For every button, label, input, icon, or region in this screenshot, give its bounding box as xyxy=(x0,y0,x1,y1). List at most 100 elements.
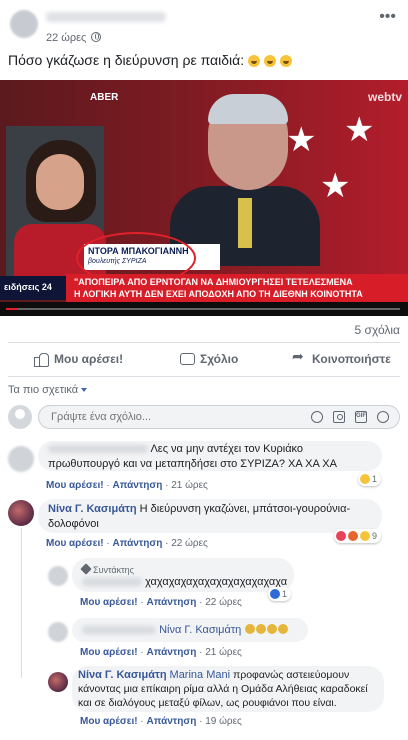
editor-badge-label: Συντάκτης xyxy=(93,565,135,575)
ticker-line-2: Η ΛΟΓΙΚΗ ΑΥΤΗ ΔΕΝ ΕΧΕΙ ΑΠΟΔΟΧΗ ΑΠΟ ΤΗ ΔΙ… xyxy=(74,289,363,299)
star-icon: ★ xyxy=(344,110,375,150)
video-person-right xyxy=(170,94,320,266)
haha-reaction-icon xyxy=(360,474,370,484)
news-logo: ειδήσεις 24 xyxy=(0,276,66,300)
reply-bubble: Νίνα Γ. Κασιμάτη Marina Mani προφανώς ασ… xyxy=(72,666,384,712)
reply-reply-link[interactable]: Απάντηση xyxy=(146,647,196,658)
reply-text: χαχαχαχαχαχαχαχαχαχαχαχα xyxy=(82,575,292,590)
reaction-count: 9 xyxy=(372,531,378,541)
grin-emoji-icon xyxy=(280,55,293,67)
news-logo-text: ειδήσεις 24 xyxy=(4,282,52,292)
comment-text: Νίνα Γ. Κασιμάτη Η διεύρυνση γκαζώνει, μ… xyxy=(48,502,376,532)
comment-bubble: Νίνα Γ. Κασιμάτη Η διεύρυνση γκαζώνει, μ… xyxy=(38,499,382,533)
video-player[interactable]: ★ ★ ★ ★ ABER webtv ΝΤΟΡΑ ΜΠΑΚΟΓΙΑΝΝΗ βου… xyxy=(0,80,408,316)
reaction-count: 1 xyxy=(372,474,378,484)
like-label: Μου αρέσει! xyxy=(54,352,124,366)
haha-reaction-icon xyxy=(360,531,370,541)
post-text-content: Πόσο γκάζωσε η διεύρυνση ρε παιδιά: xyxy=(8,52,245,68)
news-ticker: "ΑΠΟΠΕΙΡΑ ΑΠΟ ΕΡΝΤΟΓΑΝ ΝΑ ΔΗΜΙΟΥΡΓΗΣΕΙ Τ… xyxy=(66,274,408,302)
reaction-summary[interactable]: 1 xyxy=(358,472,382,486)
comment-time[interactable]: 21 ώρες xyxy=(171,480,208,491)
replier-avatar[interactable] xyxy=(48,622,68,642)
editor-badge-icon xyxy=(80,563,92,575)
thumbs-up-icon xyxy=(34,352,49,367)
reaction-count: 1 xyxy=(282,589,288,599)
reply-like-link[interactable]: Μου αρέσει! xyxy=(80,597,138,608)
comment-bubble: Λες να μην αντέχει τον Κυριάκο πρωθυπουρ… xyxy=(38,441,382,471)
replier-avatar[interactable] xyxy=(48,566,68,586)
comment-meta: Μου αρέσει! · Απάντηση · 21 ώρες xyxy=(46,480,208,491)
divider xyxy=(8,376,400,377)
clap-emoji-icon xyxy=(256,624,267,634)
like-button[interactable]: Μου αρέσει! xyxy=(34,352,124,367)
commenter-avatar[interactable] xyxy=(8,446,34,472)
reply-reply-link[interactable]: Απάντηση xyxy=(146,597,196,608)
replier-name[interactable]: Νίνα Γ. Κασιμάτη xyxy=(78,669,167,681)
star-icon: ★ xyxy=(320,166,351,206)
post-timestamp[interactable]: 22 ώρες xyxy=(46,32,86,44)
reply-reply-link[interactable]: Απάντηση xyxy=(146,716,196,727)
reply-time[interactable]: 19 ώρες xyxy=(205,716,242,727)
comment-like-link[interactable]: Μου αρέσει! xyxy=(46,480,104,491)
reaction-summary[interactable]: 1 xyxy=(268,587,292,601)
commenter-name-redacted[interactable] xyxy=(48,445,148,454)
reply-bubble: Συντάκτης χαχαχαχαχαχαχαχαχαχαχαχα xyxy=(72,558,294,592)
reply-like-link[interactable]: Μου αρέσει! xyxy=(80,647,138,658)
replier-name-redacted[interactable] xyxy=(82,578,142,587)
gif-icon[interactable]: GIF xyxy=(355,411,367,423)
replier-avatar[interactable] xyxy=(48,672,68,692)
reply-text-content: χαχαχαχαχαχαχαχαχαχαχαχα xyxy=(145,576,288,588)
reply-thread-line xyxy=(21,528,22,678)
divider xyxy=(8,342,400,343)
sticker-icon[interactable] xyxy=(377,411,389,423)
reply-text: Νίνα Γ. Κασιμάτη Marina Mani προφανώς ασ… xyxy=(78,668,378,710)
post-actions: Μου αρέσει! Σχόλιο Κοινοποιήστε xyxy=(0,346,408,374)
comment-input[interactable] xyxy=(51,411,231,423)
replier-name-redacted[interactable] xyxy=(82,626,156,635)
reply-like-link[interactable]: Μου αρέσει! xyxy=(80,716,138,727)
love-reaction-icon xyxy=(336,531,346,541)
reply-bubble: Νίνα Γ. Κασιμάτη xyxy=(72,618,308,642)
comment-like-link[interactable]: Μου αρέσει! xyxy=(46,538,104,549)
video-progress-bar[interactable] xyxy=(6,308,400,310)
comment-icon xyxy=(180,352,195,366)
comment-meta: Μου αρέσει! · Απάντηση · 22 ώρες xyxy=(46,538,208,549)
comment-label: Σχόλιο xyxy=(200,352,239,366)
mention-link[interactable]: Marina Mani xyxy=(170,669,231,681)
reply-time[interactable]: 22 ώρες xyxy=(205,597,242,608)
clap-emoji-icon xyxy=(267,624,278,634)
share-button[interactable]: Κοινοποιήστε xyxy=(292,349,391,366)
reply-time[interactable]: 21 ώρες xyxy=(205,647,242,658)
more-options-icon[interactable]: ••• xyxy=(379,9,396,25)
comment-reply-link[interactable]: Απάντηση xyxy=(112,538,162,549)
camera-icon[interactable] xyxy=(333,411,345,423)
comment-reply-link[interactable]: Απάντηση xyxy=(112,480,162,491)
sort-label: Τα πιο σχετικά xyxy=(8,384,79,396)
current-user-avatar xyxy=(8,405,32,429)
reply-meta: Μου αρέσει! · Απάντηση · 21 ώρες xyxy=(80,647,242,658)
video-progress-fill xyxy=(6,308,18,310)
video-controls[interactable] xyxy=(0,302,408,316)
comment-count[interactable]: 5 σχόλια xyxy=(355,323,400,337)
channel-brand-left: ABER xyxy=(90,92,119,103)
post-header: 22 ώρες ••• xyxy=(0,0,408,48)
mention-link[interactable]: Νίνα Γ. Κασιμάτη xyxy=(159,624,241,636)
comment-time[interactable]: 22 ώρες xyxy=(171,538,208,549)
angry-reaction-icon xyxy=(348,531,358,541)
like-reaction-icon xyxy=(270,589,280,599)
reply-text: Νίνα Γ. Κασιμάτη xyxy=(82,623,289,638)
comment-composer[interactable]: GIF xyxy=(38,405,400,429)
emoji-picker-icon[interactable] xyxy=(311,411,323,423)
reaction-summary[interactable]: 9 xyxy=(334,529,382,543)
comment-button[interactable]: Σχόλιο xyxy=(180,352,238,366)
commenter-name[interactable]: Νίνα Γ. Κασιμάτη xyxy=(48,503,137,515)
grin-emoji-icon xyxy=(264,55,277,67)
page-name-redacted[interactable] xyxy=(46,12,166,22)
post-text: Πόσο γκάζωσε η διεύρυνση ρε παιδιά: xyxy=(8,52,293,68)
clap-emoji-icon xyxy=(278,624,289,634)
comment-sort-dropdown[interactable]: Τα πιο σχετικά xyxy=(8,384,88,396)
ticker-line-1: "ΑΠΟΠΕΙΡΑ ΑΠΟ ΕΡΝΤΟΓΑΝ ΝΑ ΔΗΜΙΟΥΡΓΗΣΕΙ Τ… xyxy=(74,277,353,287)
clap-emoji-icon xyxy=(245,624,256,634)
commenter-avatar[interactable] xyxy=(8,500,34,526)
page-avatar[interactable] xyxy=(10,10,38,38)
